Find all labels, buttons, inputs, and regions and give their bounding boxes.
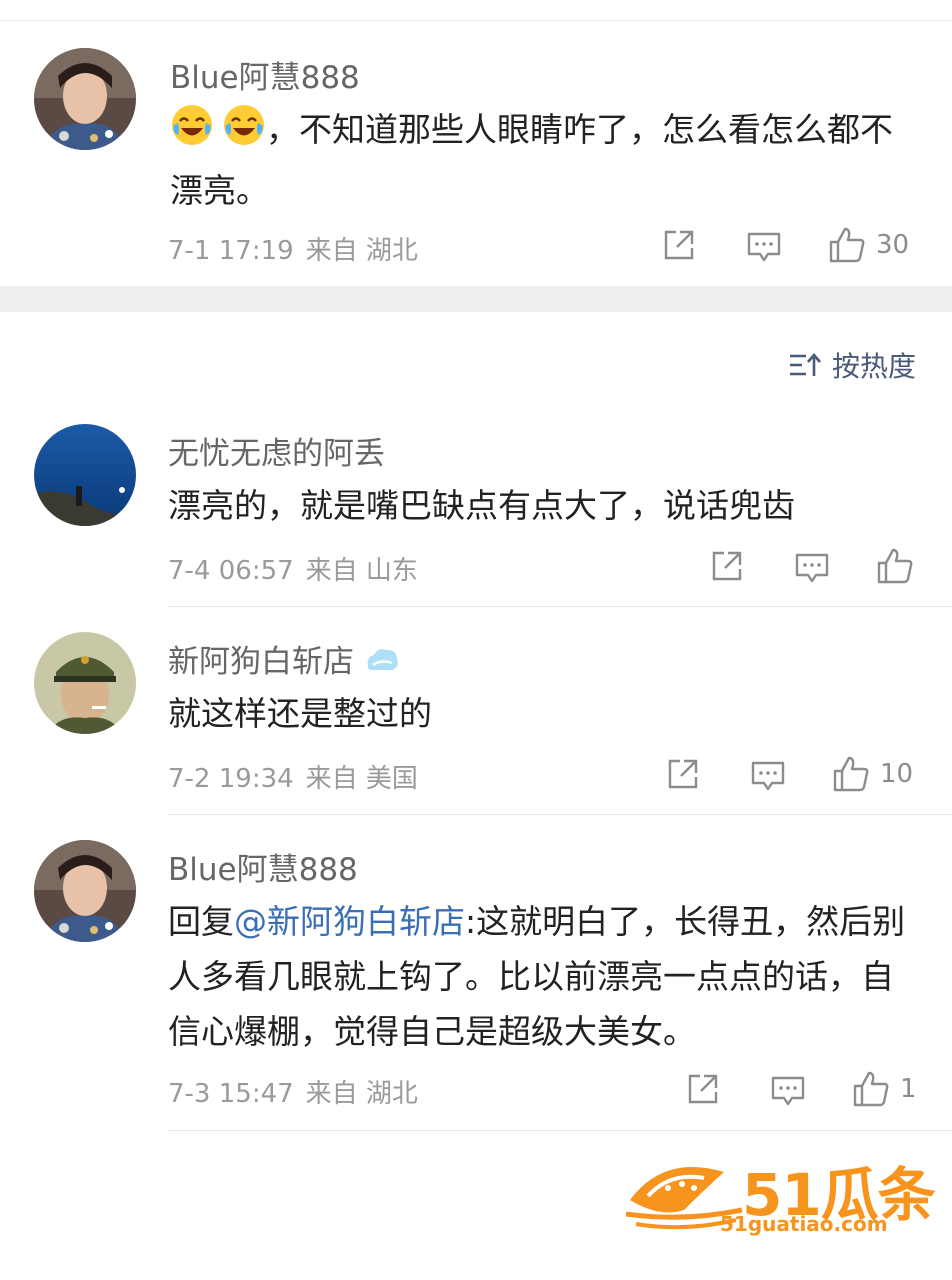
comment-text: ，不知道那些人眼睛咋了，怎么看怎么都不漂亮。	[170, 102, 910, 218]
comment-text-content: ，不知道那些人眼睛咋了，怎么看怎么都不漂亮。	[170, 110, 893, 210]
like-button[interactable]	[876, 547, 914, 585]
reply-button[interactable]	[770, 1074, 806, 1108]
sort-label: 按热度	[831, 350, 916, 383]
comment-meta: 7-4 06:57 来自 山东	[168, 550, 418, 587]
reply-prefix: 回复	[168, 902, 234, 941]
reply-button[interactable]	[746, 230, 782, 264]
comment-author[interactable]: 新阿狗白斩店	[168, 636, 400, 683]
comment-text: 漂亮的，就是嘴巴缺点有点大了，说话兜齿	[168, 486, 795, 525]
section-divider	[0, 286, 952, 312]
comment-author[interactable]: 无忧无虑的阿丢	[168, 428, 385, 473]
sort-icon	[789, 353, 821, 376]
like-button[interactable]: 1	[852, 1070, 917, 1108]
comment-icon	[751, 761, 785, 791]
avatar[interactable]	[34, 48, 136, 150]
like-button[interactable]: 10	[832, 755, 913, 793]
sort-toggle[interactable]: 按热度	[788, 345, 916, 385]
avatar[interactable]	[34, 840, 136, 942]
comment-text: 回复@新阿狗白斩店:这就明白了，长得丑，然后别人多看几眼就上钩了。比以前漂亮一点…	[168, 894, 908, 1059]
share-button[interactable]	[710, 549, 744, 583]
reply-button[interactable]	[794, 551, 830, 585]
like-count: 1	[900, 1074, 917, 1104]
share-icon	[688, 1074, 718, 1104]
comment-meta: 7-3 15:47 来自 湖北	[168, 1073, 418, 1110]
share-icon	[664, 230, 694, 260]
comment-author[interactable]: Blue阿慧888	[168, 844, 358, 889]
share-button[interactable]	[686, 1072, 720, 1106]
fan-badge-icon	[364, 645, 400, 683]
laughing-tears-emoji-icon	[170, 103, 214, 163]
comment-date: 7-3 15:47	[168, 1079, 294, 1109]
comment-date: 7-4 06:57	[168, 556, 294, 586]
laughing-tears-emoji-icon	[222, 103, 266, 163]
like-count: 30	[876, 230, 910, 260]
comment-location: 来自 湖北	[305, 236, 418, 266]
comment-text: 就这样还是整过的	[168, 694, 432, 733]
comment-icon	[747, 232, 781, 262]
thumbs-up-icon	[833, 756, 869, 792]
comment-location: 来自 美国	[305, 764, 418, 794]
top-divider	[0, 20, 952, 21]
comment-icon	[771, 1076, 805, 1106]
comment-date: 7-1 17:19	[168, 236, 294, 266]
like-button[interactable]: 30	[828, 226, 909, 264]
thumbs-up-icon	[853, 1071, 889, 1107]
thumbs-up-icon	[829, 227, 865, 263]
watermark: 51瓜条 51guatiao.com	[624, 1148, 936, 1238]
comment-author[interactable]: Blue阿慧888	[170, 52, 360, 97]
share-button[interactable]	[666, 757, 700, 791]
comment-location: 来自 山东	[305, 556, 418, 586]
thumbs-up-icon	[877, 548, 913, 584]
comment-icon	[795, 553, 829, 583]
share-icon	[668, 759, 698, 789]
share-button[interactable]	[662, 228, 696, 262]
avatar[interactable]	[34, 632, 136, 734]
like-count: 10	[880, 759, 914, 789]
comment-separator	[168, 1130, 952, 1131]
comment-location: 来自 湖北	[305, 1079, 418, 1109]
avatar[interactable]	[34, 424, 136, 526]
share-icon	[712, 551, 742, 581]
reply-button[interactable]	[750, 759, 786, 793]
comment-date: 7-2 19:34	[168, 764, 294, 794]
comment-author-name: 新阿狗白斩店	[168, 644, 354, 680]
mention-link[interactable]: @新阿狗白斩店	[234, 902, 465, 941]
comment-meta: 7-1 17:19 来自 湖北	[168, 230, 418, 267]
watermark-url: 51guatiao.com	[720, 1212, 888, 1236]
comment-separator	[168, 606, 952, 607]
comment-separator	[168, 814, 952, 815]
comment-meta: 7-2 19:34 来自 美国	[168, 758, 418, 795]
